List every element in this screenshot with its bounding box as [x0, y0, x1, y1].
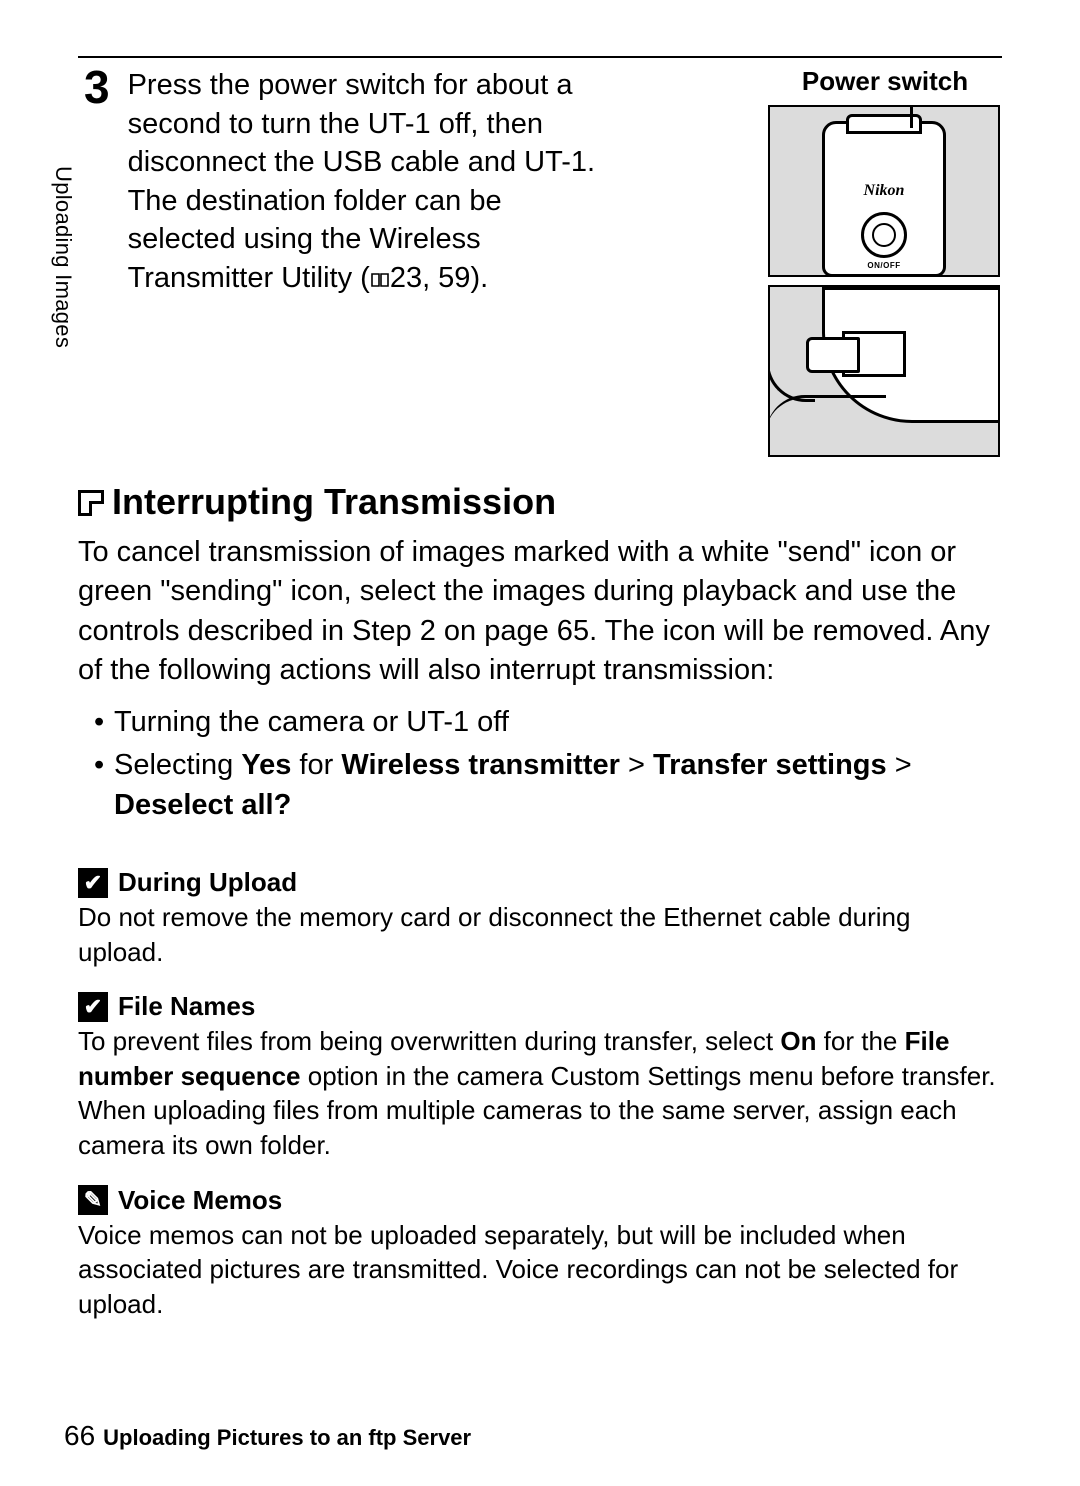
power-button-illustration — [861, 212, 907, 258]
note-voice-memos: Voice Memos Voice memos can not be uploa… — [78, 1185, 1002, 1322]
side-tab-label: Uploading Images — [50, 166, 76, 348]
brand-label: Nikon — [864, 182, 905, 200]
note-file-names: File Names To prevent files from being o… — [78, 991, 1002, 1162]
figure-column: Power switch Nikon ON/OFF — [768, 66, 1002, 457]
n2-mid: for the — [816, 1026, 904, 1056]
note-body: To prevent files from being overwritten … — [78, 1024, 1002, 1162]
section-heading: Interrupting Transmission — [78, 481, 1002, 523]
note-body: Do not remove the memory card or disconn… — [78, 900, 1002, 969]
note-during-upload: During Upload Do not remove the memory c… — [78, 867, 1002, 969]
section-title: Interrupting Transmission — [112, 481, 556, 523]
b2-for: for — [291, 749, 341, 781]
usb-cable-illustration — [768, 347, 815, 402]
b2-gt2: > — [887, 749, 912, 781]
note-head: File Names — [78, 991, 1002, 1022]
note-body: Voice memos can not be uploaded separate… — [78, 1218, 1002, 1322]
b2-yes: Yes — [241, 749, 291, 781]
bullet-item-2: Selecting Yes for Wireless transmitter >… — [94, 746, 1002, 825]
figure-power-switch: Nikon ON/OFF — [768, 105, 1000, 277]
n2-on: On — [780, 1026, 816, 1056]
section-bullet-icon — [78, 490, 104, 516]
step-text: Press the power switch for about a secon… — [128, 66, 598, 297]
note-title: Voice Memos — [118, 1185, 282, 1216]
ut1-device-illustration: Nikon ON/OFF — [822, 121, 946, 277]
bullet-item-1: Turning the camera or UT-1 off — [94, 703, 1002, 742]
check-badge-icon — [78, 868, 108, 898]
note-title: During Upload — [118, 867, 297, 898]
section-body: To cancel transmission of images marked … — [78, 533, 1002, 691]
page-footer: 66 Uploading Pictures to an ftp Server — [64, 1420, 471, 1452]
b2-path3: Deselect all? — [114, 789, 291, 821]
antenna — [910, 105, 913, 128]
b2-path2: Transfer settings — [653, 749, 887, 781]
step-number: 3 — [84, 64, 110, 110]
step-3: 3 Press the power switch for about a sec… — [84, 66, 1002, 457]
b2-path1: Wireless transmitter — [341, 749, 620, 781]
pencil-badge-icon — [78, 1185, 108, 1215]
page-number: 66 — [64, 1420, 95, 1452]
top-rule — [78, 56, 1002, 58]
book-icon — [370, 272, 390, 288]
step-text-before: Press the power switch for about a secon… — [128, 69, 595, 294]
step-text-after: ). — [470, 262, 488, 294]
figure-caption: Power switch — [768, 66, 1002, 97]
bullet-list: Turning the camera or UT-1 off Selecting… — [78, 703, 1002, 825]
b2-gt1: > — [620, 749, 653, 781]
step-refs: 23, 59 — [390, 262, 471, 294]
usb-cable-illustration-2 — [768, 395, 886, 434]
page: Uploading Images 3 Press the power switc… — [0, 0, 1080, 1486]
note-head: Voice Memos — [78, 1185, 1002, 1216]
b2-pre: Selecting — [114, 749, 241, 781]
onoff-label: ON/OFF — [867, 261, 900, 270]
note-head: During Upload — [78, 867, 1002, 898]
n2-pre: To prevent files from being overwritten … — [78, 1026, 780, 1056]
figure-usb-disconnect — [768, 285, 1000, 457]
note-title: File Names — [118, 991, 255, 1022]
check-badge-icon — [78, 992, 108, 1022]
footer-title: Uploading Pictures to an ftp Server — [103, 1425, 471, 1451]
